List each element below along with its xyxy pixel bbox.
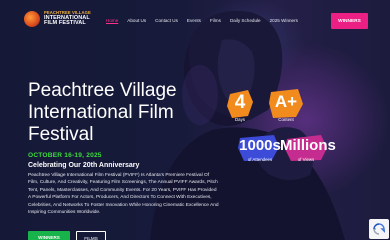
stat-content-value: A+ <box>274 92 298 111</box>
hero-title: Peachtree Village International Film Fes… <box>28 80 177 145</box>
stat-views-value: Millions <box>280 137 336 154</box>
stat-days: 4 Days <box>226 88 254 124</box>
festival-logo[interactable]: PEACHTREE VILLAGE INTERNATIONAL FILM FES… <box>24 11 91 27</box>
logo-text: PEACHTREE VILLAGE INTERNATIONAL FILM FES… <box>44 11 91 26</box>
logo-line-3: FILM FESTIVAL <box>44 20 86 27</box>
logo-emblem-icon <box>24 11 40 27</box>
films-button[interactable]: FILMS <box>76 231 106 240</box>
stat-attendees-label: of Attendees <box>247 157 273 162</box>
stat-views: Millions of Views <box>280 134 336 166</box>
nav-films[interactable]: Films <box>210 18 221 23</box>
winners-button[interactable]: WINNERS <box>28 231 70 240</box>
main-nav: Home About Us Contact Us Events Films Da… <box>106 18 307 23</box>
nav-daily-schedule[interactable]: Daily Schedule <box>230 18 261 23</box>
nav-home[interactable]: Home <box>106 18 118 23</box>
stat-content-label: Content <box>278 117 294 122</box>
stat-days-label: Days <box>234 117 245 122</box>
stat-days-value: 4 <box>234 92 246 113</box>
recaptcha-badge[interactable] <box>369 219 389 239</box>
nav-about-us[interactable]: About Us <box>127 18 146 23</box>
nav-contact-us[interactable]: Contact Us <box>155 18 178 23</box>
header-winners-button[interactable]: WINNERS <box>331 13 368 29</box>
nav-2025-winners[interactable]: 2025 Winners <box>270 18 298 23</box>
festival-dates: OCTOBER 16-19, 2025 <box>28 152 102 159</box>
stat-attendees: 1000s of Attendees <box>234 134 286 166</box>
stat-attendees-value: 1000s <box>239 137 281 154</box>
stat-views-label: of Views <box>297 157 315 162</box>
hero-section: PEACHTREE VILLAGE INTERNATIONAL FILM FES… <box>0 0 390 240</box>
hero-subtitle: Celebrating Our 20th Anniversary <box>28 162 140 169</box>
hero-description: Peachtree Village International Film Fes… <box>28 173 219 216</box>
nav-events[interactable]: Events <box>187 18 201 23</box>
recaptcha-icon <box>373 223 385 235</box>
stat-content: A+ Content <box>268 88 304 124</box>
